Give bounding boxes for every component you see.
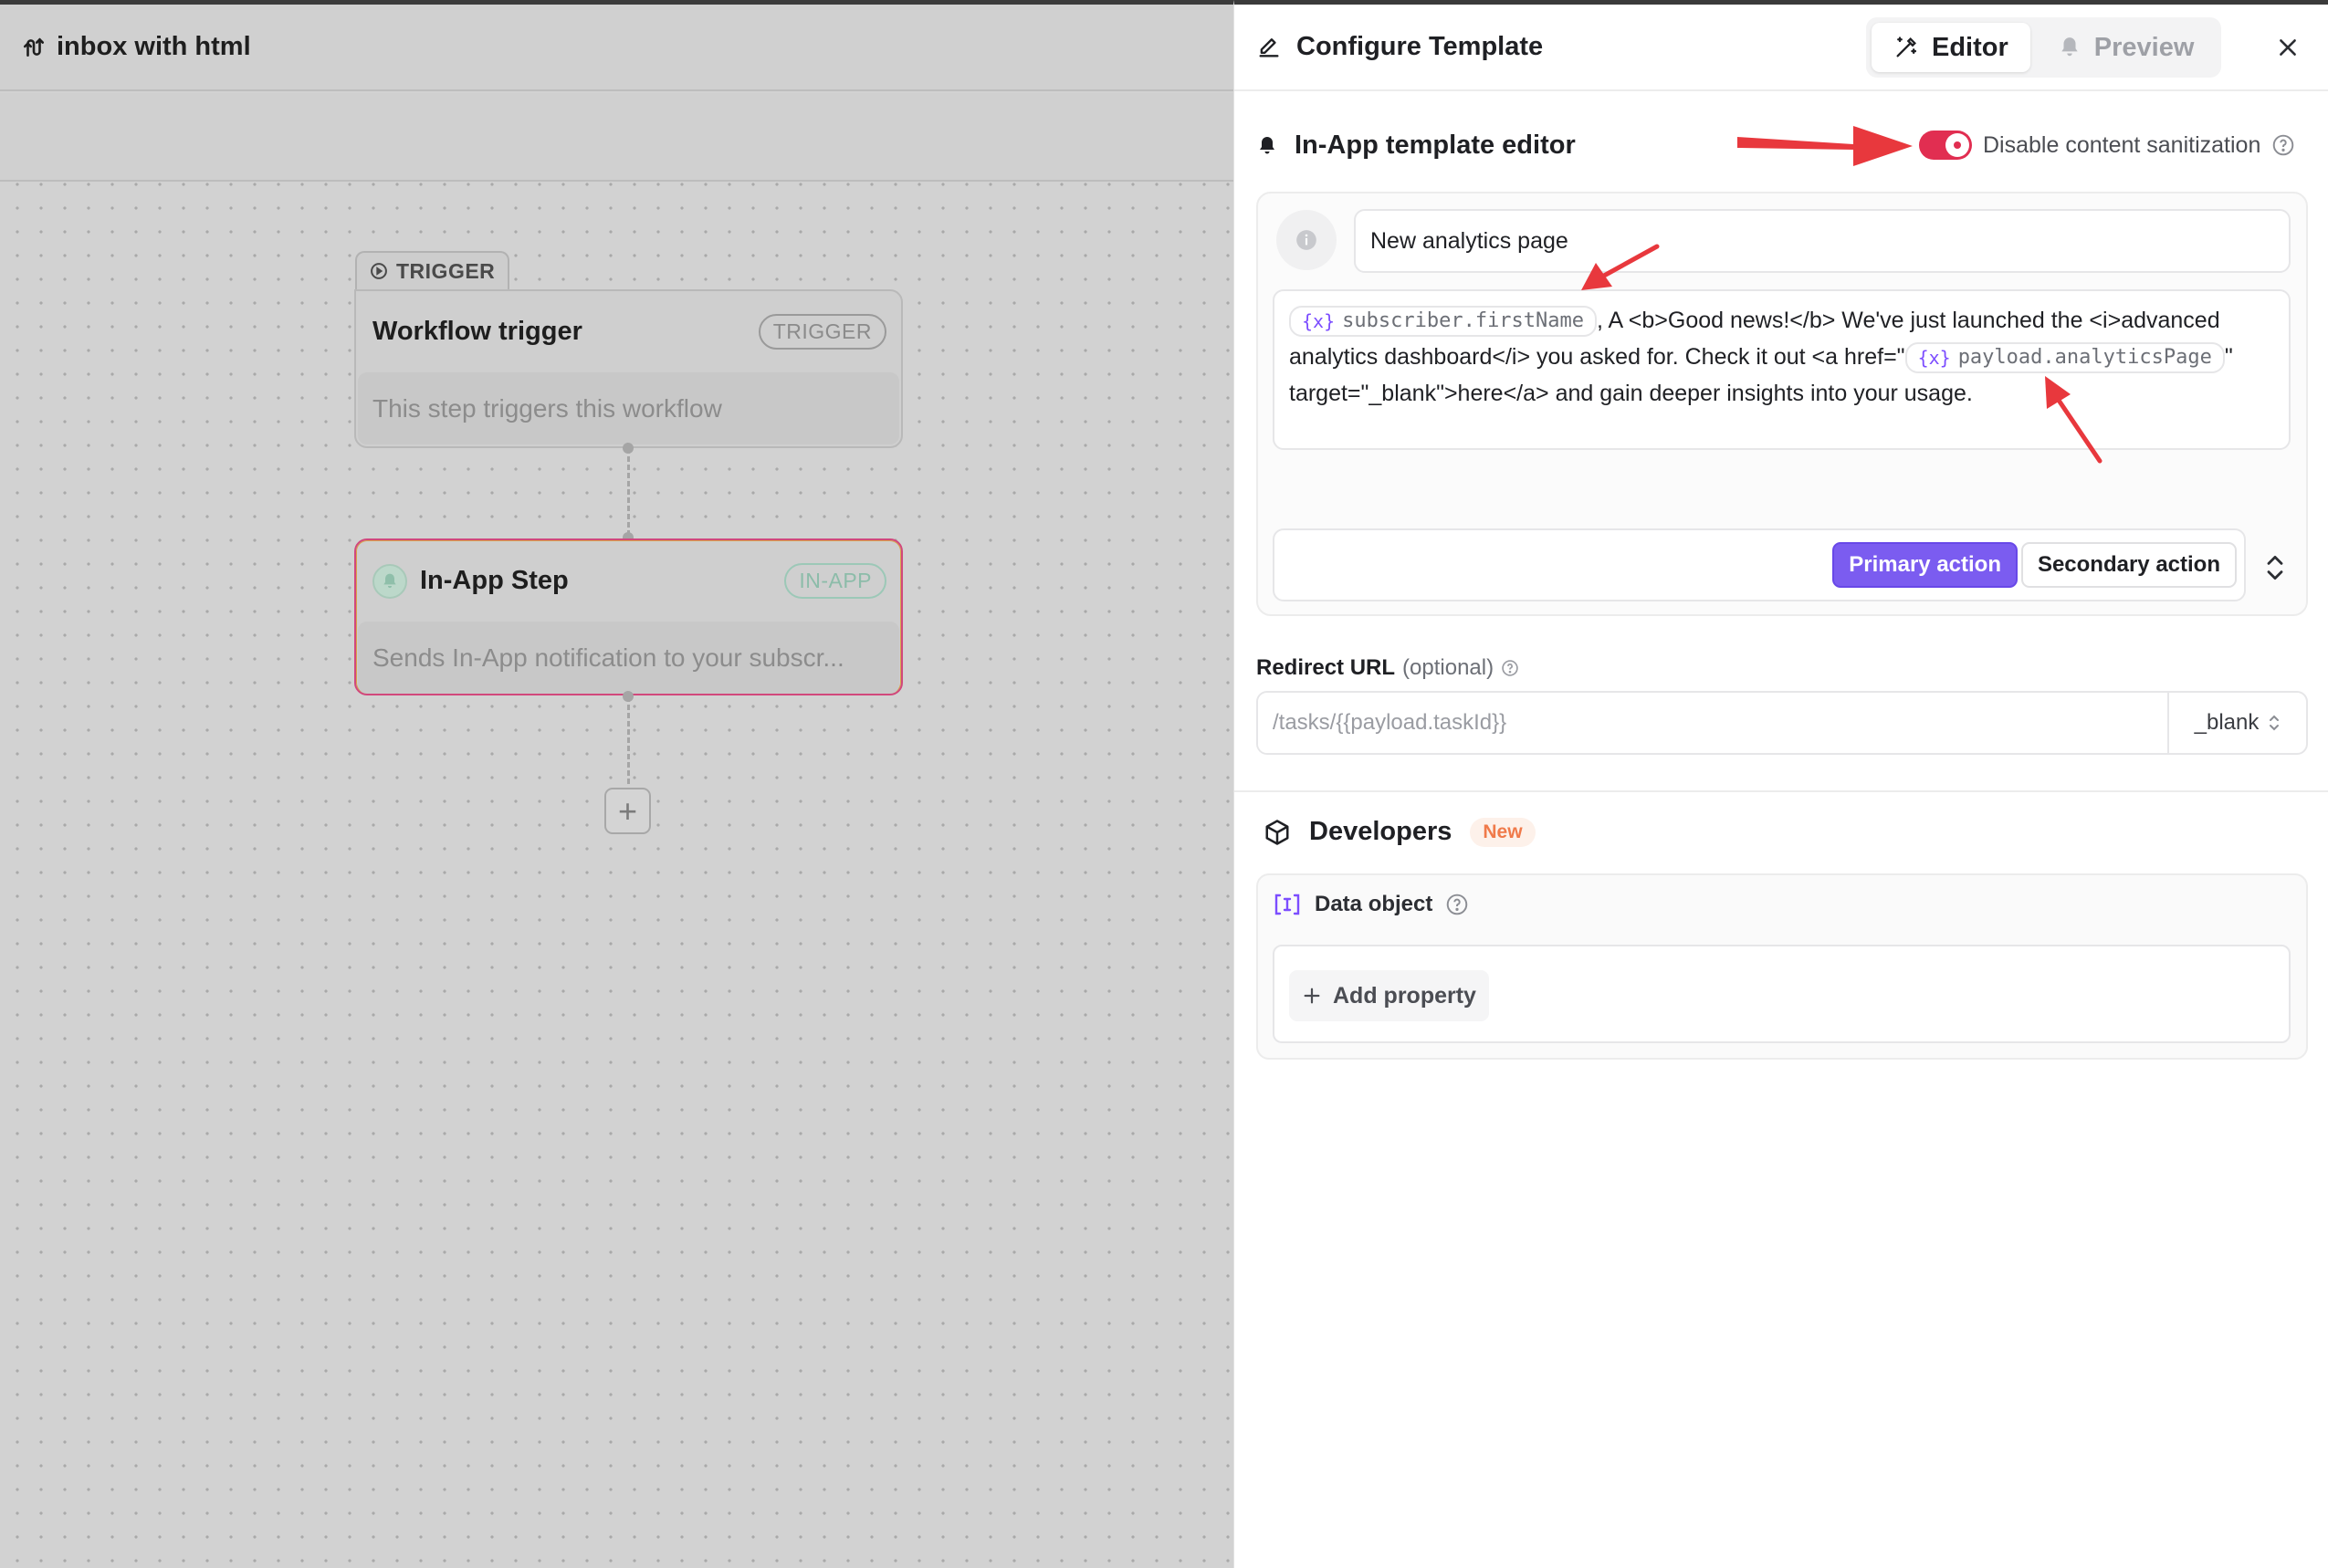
trigger-tab-label: TRIGGER bbox=[355, 251, 510, 289]
data-object-properties: Add property bbox=[1273, 945, 2291, 1043]
trigger-node-name: Workflow trigger bbox=[372, 317, 582, 346]
help-circle-icon[interactable] bbox=[1445, 893, 1469, 916]
data-object-heading: Data object bbox=[1273, 892, 1469, 917]
chevron-up-down-icon bbox=[2270, 715, 2280, 731]
workflow-canvas[interactable]: inbox with html TRIGGER Workflow trigger… bbox=[0, 0, 1233, 1568]
redirect-url-input[interactable] bbox=[1258, 693, 2167, 753]
actions-row: Primary action Secondary action bbox=[1273, 528, 2246, 601]
add-step-button[interactable]: + bbox=[604, 788, 651, 834]
plus-icon bbox=[1304, 988, 1320, 1004]
developers-section-heading: Developers New bbox=[1264, 817, 1536, 847]
tab-preview[interactable]: Preview bbox=[2036, 23, 2217, 72]
variable-chip[interactable]: {x} subscriber.firstName bbox=[1289, 306, 1598, 338]
primary-action-button[interactable]: Primary action bbox=[1832, 542, 2018, 588]
canvas-header: inbox with html bbox=[0, 5, 1233, 91]
sanitization-toggle[interactable] bbox=[1919, 131, 1972, 160]
inapp-step-node[interactable]: In-App Step IN-APP Sends In-App notifica… bbox=[354, 538, 903, 695]
new-badge: New bbox=[1470, 817, 1536, 847]
template-editor-card: New analytics page {x} subscriber.firstNa… bbox=[1256, 192, 2308, 616]
bell-icon bbox=[372, 563, 407, 599]
play-circle-icon bbox=[371, 263, 387, 279]
help-circle-icon[interactable] bbox=[2271, 133, 2295, 157]
variable-icon: {x} bbox=[1302, 310, 1336, 333]
inapp-node-description: Sends In-App notification to your subscr… bbox=[358, 622, 899, 694]
close-button[interactable] bbox=[2270, 29, 2306, 66]
body-editor[interactable]: {x} subscriber.firstName, A <b>Good news!… bbox=[1273, 289, 2291, 450]
cube-icon bbox=[1265, 819, 1289, 845]
help-circle-icon[interactable] bbox=[1501, 659, 1519, 677]
variable-icon: {x} bbox=[1917, 347, 1951, 370]
variable-chip[interactable]: {x} payload.analyticsPage bbox=[1904, 342, 2225, 374]
close-icon bbox=[2280, 39, 2296, 56]
subject-input[interactable]: New analytics page bbox=[1354, 209, 2291, 273]
add-property-button[interactable]: Add property bbox=[1289, 970, 1489, 1021]
trigger-node-description: This step triggers this workflow bbox=[358, 372, 899, 444]
inapp-node-name: In-App Step bbox=[420, 566, 569, 595]
info-icon[interactable] bbox=[1276, 210, 1337, 270]
magic-wand-icon bbox=[1896, 37, 1917, 57]
tab-editor[interactable]: Editor bbox=[1872, 23, 2030, 72]
redirect-url-field: _blank bbox=[1256, 691, 2308, 755]
sanitization-setting: Disable content sanitization bbox=[1919, 131, 2295, 160]
panel-header: Configure Template Editor Preview bbox=[1234, 5, 2328, 91]
pencil-icon bbox=[1259, 37, 1279, 57]
configure-template-panel: Configure Template Editor Preview In-App… bbox=[1233, 0, 2328, 1568]
section-divider bbox=[1234, 790, 2328, 792]
canvas-toolbar bbox=[0, 93, 1233, 182]
secondary-action-button[interactable]: Secondary action bbox=[2020, 542, 2237, 588]
bell-icon bbox=[1260, 136, 1274, 153]
inapp-editor-heading: In-App template editor bbox=[1256, 131, 1576, 161]
chevron-up-down-icon[interactable] bbox=[2257, 549, 2293, 586]
inapp-badge: IN-APP bbox=[784, 563, 886, 599]
data-object-card: Data object Add property bbox=[1256, 873, 2308, 1060]
trigger-badge: TRIGGER bbox=[758, 314, 886, 350]
workflow-icon bbox=[23, 37, 45, 57]
editor-preview-tabs: Editor Preview bbox=[1866, 17, 2222, 78]
redirect-url-label: Redirect URL (optional) bbox=[1256, 655, 1519, 681]
connector-line bbox=[627, 448, 630, 536]
sanitization-label: Disable content sanitization bbox=[1983, 131, 2261, 158]
workflow-trigger-node[interactable]: Workflow trigger TRIGGER This step trigg… bbox=[354, 289, 903, 448]
bell-icon bbox=[2061, 37, 2078, 57]
data-object-icon bbox=[1274, 894, 1300, 915]
workflow-title: inbox with html bbox=[57, 32, 251, 61]
connector-line bbox=[627, 696, 630, 784]
panel-title: Configure Template bbox=[1296, 32, 1544, 61]
target-select[interactable]: _blank bbox=[2167, 693, 2306, 753]
